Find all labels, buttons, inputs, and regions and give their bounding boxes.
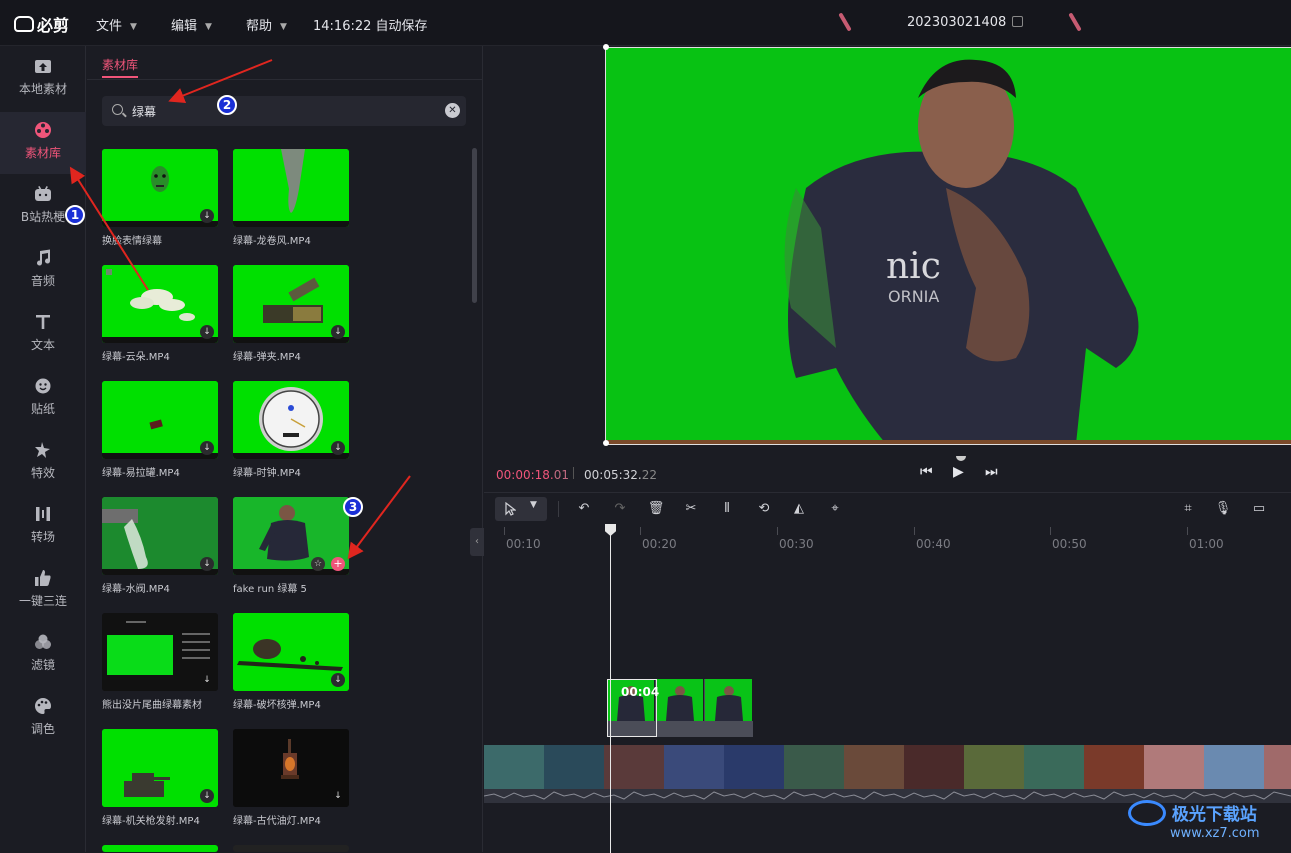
annotation-badge: 2 — [217, 95, 237, 115]
annotation-badge: 1 — [65, 205, 85, 225]
annotation-arrows — [69, 59, 411, 560]
annotation-badge: 3 — [343, 497, 363, 517]
watermark: 极光下载站 www.xz7.com — [1128, 800, 1260, 841]
watermark-url: www.xz7.com — [1170, 826, 1260, 841]
watermark-logo-icon — [1128, 800, 1166, 826]
watermark-name: 极光下载站 — [1171, 805, 1257, 825]
